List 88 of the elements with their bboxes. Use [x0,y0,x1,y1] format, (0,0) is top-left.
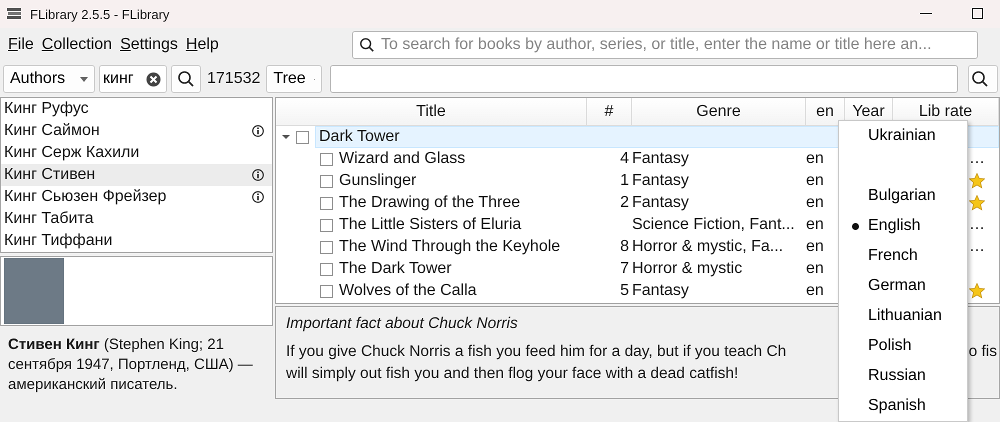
checkbox[interactable] [320,284,333,298]
genre-cell: Fantasy [632,194,689,211]
author-search-field[interactable]: кинг [99,65,167,93]
search-button[interactable] [171,65,201,93]
fact-text: will simply out fish you and then flog your face with a dead catfish! [286,364,738,384]
author-item[interactable]: Кинг Тиффани [1,230,272,252]
book-title[interactable]: Wolves of the Calla [339,282,477,300]
author-bio: Стивен Кинг (Stephen King; 21 сентября 1947, Портленд, США) — американский писатель. [7,335,254,395]
menu-item[interactable]: Settings [116,36,182,54]
genre-cell: Horror & mystic [632,260,742,277]
language-option[interactable]: Russian [839,361,967,391]
author-item[interactable]: Кинг Руфус [1,98,272,120]
checkbox[interactable] [320,240,333,254]
book-title[interactable]: The Drawing of the Three [339,194,520,212]
books-icon [6,7,22,21]
checkbox[interactable] [320,262,333,276]
star-icon [969,173,985,189]
author-item[interactable]: Кинг Саймон [1,120,272,142]
book-title[interactable]: The Wind Through the Keyhole [339,238,560,256]
genre-cell: Fantasy [632,282,689,299]
series-number: 5 [620,282,629,299]
menu-item[interactable]: File [4,36,38,54]
series-number: 8 [620,238,629,255]
mode-dropdown[interactable]: Authors [3,65,95,93]
checkbox[interactable] [320,196,333,210]
checkbox[interactable] [320,218,333,232]
book-title[interactable]: The Little Sisters of Eluria [339,216,522,234]
rating-cell: … [969,238,985,256]
column-header[interactable]: # [587,98,632,125]
maximize-icon [972,8,984,20]
checkbox[interactable] [296,130,309,144]
window-title: FLibrary 2.5.5 - FLibrary [30,6,170,22]
rating-cell: … [969,216,985,234]
search-field[interactable]: To search for books by author, series, or title, enter the name or title here an... [352,31,978,59]
author-item[interactable]: Кинг Сьюзен Фрейзер [1,186,272,208]
checkbox[interactable] [320,152,333,166]
author-item[interactable]: Кинг Табита [1,208,272,230]
book-title[interactable]: Wizard and Glass [339,150,466,168]
genre-cell: Horror & mystic, Fa... [632,238,784,255]
language-option[interactable]: French [839,241,967,271]
series-number: 2 [620,194,629,211]
rating-cell: … [969,150,985,168]
view-dropdown[interactable]: Tree [266,65,322,93]
search-icon [971,70,990,88]
author-item[interactable]: Кинг Стивен [1,164,272,186]
column-header[interactable]: Title [276,98,587,125]
column-header[interactable]: Genre [632,98,806,125]
book-title[interactable]: The Dark Tower [339,260,452,278]
language-cell: en [806,238,824,255]
checkbox[interactable] [320,174,333,188]
language-cell: en [806,260,824,277]
language-option[interactable]: English [839,211,967,241]
book-title[interactable]: Gunslinger [339,172,416,190]
series-number: 7 [620,260,629,277]
genre-cell: Fantasy [632,150,689,167]
clear-icon[interactable] [146,72,161,86]
language-option[interactable]: Polish [839,331,967,361]
minimize-icon [920,13,932,15]
fact-title: Important fact about Chuck Norris [286,314,518,334]
language-option[interactable]: Lithuanian [839,301,967,331]
language-option[interactable]: Bulgarian [839,181,967,211]
fact-text: o fis [968,342,997,362]
language-cell: en [806,172,824,189]
filter-field[interactable] [330,65,958,93]
genre-cell: Fantasy [632,172,689,189]
bullet-icon [852,222,858,230]
genre-cell: Science Fiction, Fant... [632,216,795,233]
result-count: 171532 [206,70,262,88]
language-cell: en [806,194,824,211]
language-cell: en [806,282,824,299]
language-option[interactable]: Spanish [839,391,967,421]
caret-icon [80,76,88,82]
menu-item[interactable]: Help [182,36,223,54]
expand-icon[interactable] [282,133,290,141]
menu-item[interactable]: Collection [38,36,116,54]
star-icon [969,283,985,299]
search-icon [177,70,195,88]
author-item[interactable]: Кинг Серж Кахили [1,142,272,164]
search-icon [359,37,375,53]
star-icon [969,195,985,211]
series-number: 1 [620,172,629,189]
language-cell: en [806,216,824,233]
series-number: 4 [620,150,629,167]
photo-placeholder [4,258,64,324]
fact-text: If you give Chuck Norris a fish you feed him for a day, but if you teach Ch [286,342,786,362]
language-option[interactable]: German [839,271,967,301]
search-button[interactable] [968,65,998,93]
language-cell: en [806,150,824,167]
